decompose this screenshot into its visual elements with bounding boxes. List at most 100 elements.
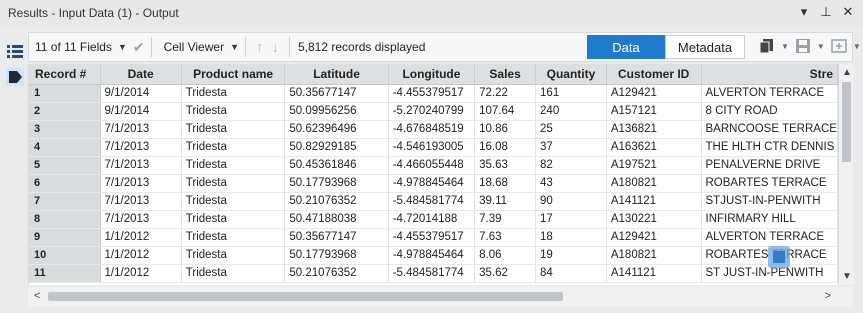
cell-quantity[interactable]: 19 xyxy=(535,246,607,265)
cell-latitude[interactable]: 50.17793968 xyxy=(284,246,389,265)
cell-sales[interactable]: 7.63 xyxy=(474,228,537,247)
chevron-down-icon[interactable]: ▼ xyxy=(853,42,861,51)
horizontal-scroll-thumb[interactable] xyxy=(48,292,563,301)
cell-street[interactable]: PENALVERNE DRIVE xyxy=(701,156,838,175)
dropdown-icon[interactable]: ▾ xyxy=(797,4,811,20)
cell-sales[interactable]: 8.06 xyxy=(474,246,537,265)
column-header-sales[interactable]: Sales xyxy=(474,64,537,85)
cell-product-name[interactable]: Tridesta xyxy=(181,264,286,283)
cell-record-number[interactable]: 2 xyxy=(29,102,101,121)
table-row[interactable]: 11 1/1/2012 Tridesta 50.21076352 -5.48458177… xyxy=(29,264,838,283)
cell-customer-id[interactable]: A157121 xyxy=(606,102,702,121)
cell-customer-id[interactable]: A129421 xyxy=(606,228,702,247)
cell-longitude[interactable]: -4.455379517 xyxy=(388,84,476,103)
cell-sales[interactable]: 10.86 xyxy=(474,120,537,139)
vertical-scroll-thumb[interactable] xyxy=(842,82,851,162)
cell-latitude[interactable]: 50.62396496 xyxy=(284,120,389,139)
fields-label[interactable]: 11 of 11 Fields xyxy=(35,40,112,54)
table-row[interactable]: 9 1/1/2012 Tridesta 50.35677147 -4.455379517… xyxy=(29,228,838,247)
cell-product-name[interactable]: Tridesta xyxy=(181,228,286,247)
list-icon[interactable] xyxy=(6,42,24,60)
cell-record-number[interactable]: 6 xyxy=(29,174,101,193)
cell-viewer-selector[interactable]: Cell Viewer ▼ xyxy=(158,40,239,54)
cell-latitude[interactable]: 50.35677147 xyxy=(284,228,389,247)
metadata-tab-button[interactable]: Metadata xyxy=(665,35,745,59)
cell-date[interactable]: 7/1/2013 xyxy=(100,138,182,157)
pin-icon[interactable]: ⊥ xyxy=(819,4,833,20)
cell-date[interactable]: 7/1/2013 xyxy=(100,120,182,139)
column-header-street[interactable]: Stre xyxy=(701,64,838,85)
cell-record-number[interactable]: 10 xyxy=(29,246,101,265)
cell-street[interactable]: STJUST-IN-PENWITH xyxy=(701,192,838,211)
check-icon[interactable]: ✔ xyxy=(133,39,145,56)
tag-icon[interactable] xyxy=(6,68,24,86)
data-tab-button[interactable]: Data xyxy=(587,35,665,59)
cell-product-name[interactable]: Tridesta xyxy=(181,210,286,229)
cell-product-name[interactable]: Tridesta xyxy=(181,192,286,211)
cell-record-number[interactable]: 1 xyxy=(29,84,101,103)
table-row[interactable]: 3 7/1/2013 Tridesta 50.62396496 -4.676848519… xyxy=(29,120,838,139)
cell-longitude[interactable]: -4.455379517 xyxy=(388,228,476,247)
scroll-up-icon[interactable]: ▲ xyxy=(842,67,852,78)
cell-quantity[interactable]: 37 xyxy=(535,138,607,157)
cell-customer-id[interactable]: A141121 xyxy=(606,264,702,283)
column-header-quantity[interactable]: Quantity xyxy=(535,64,607,85)
cell-latitude[interactable]: 50.17793968 xyxy=(284,174,389,193)
cell-date[interactable]: 7/1/2013 xyxy=(100,174,182,193)
cell-product-name[interactable]: Tridesta xyxy=(181,246,286,265)
cell-date[interactable]: 7/1/2013 xyxy=(100,192,182,211)
cell-quantity[interactable]: 43 xyxy=(535,174,607,193)
cell-customer-id[interactable]: A180821 xyxy=(606,174,702,193)
table-row[interactable]: 10 1/1/2012 Tridesta 50.17793968 -4.97884546… xyxy=(29,246,838,265)
cell-sales[interactable]: 107.64 xyxy=(474,102,537,121)
cell-sales[interactable]: 39.11 xyxy=(474,192,537,211)
table-row[interactable]: 8 7/1/2013 Tridesta 50.47188038 -4.72014188 7… xyxy=(29,210,838,229)
cell-longitude[interactable]: -4.466055448 xyxy=(388,156,476,175)
cell-sales[interactable]: 35.62 xyxy=(474,264,537,283)
cell-longitude[interactable]: -5.270240799 xyxy=(388,102,476,121)
cell-longitude[interactable]: -4.978845464 xyxy=(388,246,476,265)
scroll-down-icon[interactable]: ▼ xyxy=(842,271,852,282)
cell-product-name[interactable]: Tridesta xyxy=(181,174,286,193)
cell-street[interactable]: INFIRMARY HILL xyxy=(701,210,838,229)
table-row[interactable]: 4 7/1/2013 Tridesta 50.82929185 -4.546193005… xyxy=(29,138,838,157)
table-row[interactable]: 7 7/1/2013 Tridesta 50.21076352 -5.484581774… xyxy=(29,192,838,211)
cell-quantity[interactable]: 17 xyxy=(535,210,607,229)
cell-record-number[interactable]: 3 xyxy=(29,120,101,139)
cell-customer-id[interactable]: A180821 xyxy=(606,246,702,265)
table-row[interactable]: 1 9/1/2014 Tridesta 50.35677147 -4.455379517… xyxy=(29,84,838,103)
column-header-latitude[interactable]: Latitude xyxy=(284,64,389,85)
cell-longitude[interactable]: -5.484581774 xyxy=(388,192,476,211)
cell-customer-id[interactable]: A136821 xyxy=(606,120,702,139)
cell-viewer-label[interactable]: Cell Viewer xyxy=(164,40,224,54)
cell-longitude[interactable]: -4.978845464 xyxy=(388,174,476,193)
chevron-down-icon[interactable]: ▼ xyxy=(118,42,127,52)
column-header-customer-id[interactable]: Customer ID xyxy=(606,64,702,85)
cell-street[interactable]: THE HLTH CTR DENNIS xyxy=(701,138,838,157)
cell-sales[interactable]: 35.63 xyxy=(474,156,537,175)
cell-latitude[interactable]: 50.09956256 xyxy=(284,102,389,121)
cell-record-number[interactable]: 7 xyxy=(29,192,101,211)
cell-date[interactable]: 9/1/2014 xyxy=(100,84,182,103)
cell-latitude[interactable]: 50.47188038 xyxy=(284,210,389,229)
table-row[interactable]: 6 7/1/2013 Tridesta 50.17793968 -4.978845464… xyxy=(29,174,838,193)
close-icon[interactable]: ✕ xyxy=(841,4,855,20)
table-row[interactable]: 5 7/1/2013 Tridesta 50.45361846 -4.466055448… xyxy=(29,156,838,175)
cell-sales[interactable]: 7.39 xyxy=(474,210,537,229)
column-header-record[interactable]: Record # xyxy=(29,64,101,85)
cell-latitude[interactable]: 50.21076352 xyxy=(284,192,389,211)
cell-record-number[interactable]: 4 xyxy=(29,138,101,157)
cell-sales[interactable]: 16.08 xyxy=(474,138,537,157)
cell-record-number[interactable]: 9 xyxy=(29,228,101,247)
cell-product-name[interactable]: Tridesta xyxy=(181,138,286,157)
cell-street[interactable]: ROBARTES TERRACE xyxy=(701,174,838,193)
fields-selector[interactable]: 11 of 11 Fields ▼ ✔ xyxy=(29,39,145,56)
up-arrow-icon[interactable]: ↑ xyxy=(252,39,268,56)
chevron-down-icon[interactable]: ▼ xyxy=(817,42,825,51)
cell-quantity[interactable]: 161 xyxy=(535,84,607,103)
cell-longitude[interactable]: -4.72014188 xyxy=(388,210,476,229)
copy-icon[interactable] xyxy=(759,38,775,54)
cell-longitude[interactable]: -4.676848519 xyxy=(388,120,476,139)
cell-customer-id[interactable]: A141121 xyxy=(606,192,702,211)
cell-quantity[interactable]: 84 xyxy=(535,264,607,283)
